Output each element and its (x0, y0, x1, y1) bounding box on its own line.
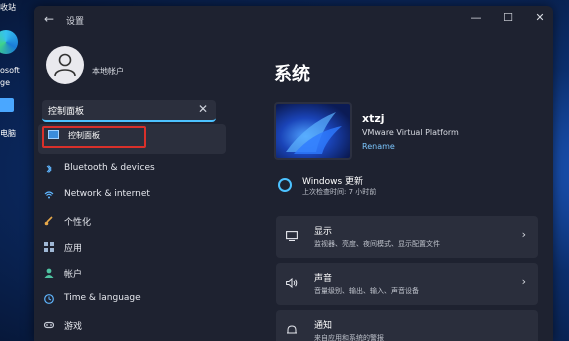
avatar[interactable] (46, 46, 84, 84)
search-suggestions: 控制面板 (38, 124, 226, 154)
monitor-icon (286, 231, 298, 241)
close-button[interactable]: ✕ (533, 10, 547, 26)
settings-card-sound[interactable]: 声音 音量级别、输出、输入、声音设备 › (276, 263, 538, 305)
sidebar-item-time-language[interactable]: Time & language (42, 286, 222, 312)
edge-icon[interactable] (0, 30, 18, 54)
card-subtitle: 音量级别、输出、输入、声音设备 (314, 287, 419, 295)
card-subtitle: 监视器、亮度、夜间模式、显示配置文件 (314, 240, 440, 248)
sidebar-nav: Bluetooth & devices Network & internet 个… (42, 156, 222, 338)
window-title: 设置 (66, 17, 85, 27)
desktop-wallpaper-thumbnail (274, 102, 352, 160)
sidebar-item-accounts[interactable]: 帐户 (42, 260, 222, 286)
sidebar-item-network[interactable]: Network & internet (42, 182, 222, 208)
maximize-button[interactable]: ☐ (501, 10, 515, 26)
this-pc-label[interactable]: 电脑 (0, 128, 16, 139)
card-title: 声音 (314, 274, 333, 284)
person-icon (44, 268, 54, 278)
sidebar-item-gaming[interactable]: 游戏 (42, 312, 222, 338)
sidebar-item-label: 游戏 (64, 322, 83, 332)
globe-clock-icon (44, 294, 54, 304)
apps-icon (44, 242, 54, 252)
sidebar-item-label: Time & language (64, 293, 141, 303)
bell-icon (287, 325, 297, 334)
chevron-right-icon: › (521, 228, 526, 241)
brush-icon (44, 216, 53, 226)
chevron-right-icon: › (521, 275, 526, 288)
sidebar-item-apps[interactable]: 应用 (42, 234, 222, 260)
rename-link[interactable]: Rename (362, 142, 395, 151)
sidebar-item-personalization[interactable]: 个性化 (42, 208, 222, 234)
card-title: 通知 (314, 321, 333, 331)
search-input[interactable]: 控制面板 (48, 104, 84, 117)
settings-window: ← 设置 — ☐ ✕ 本地帐户 控制面板 ✕ 控制面板 Bluetooth & … (34, 6, 553, 341)
wifi-icon (44, 191, 54, 199)
card-title: 显示 (314, 227, 333, 237)
settings-card-display[interactable]: 显示 监视器、亮度、夜间模式、显示配置文件 › (276, 216, 538, 258)
gamepad-icon (44, 321, 54, 329)
device-model: VMware Virtual Platform (362, 128, 459, 137)
suggestion-label[interactable]: 控制面板 (68, 130, 100, 141)
minimize-button[interactable]: — (469, 10, 483, 26)
desktop-icons: 收站 osoft ge 电脑 (0, 0, 30, 341)
sidebar-item-label: 个性化 (64, 218, 92, 228)
person-icon (54, 53, 76, 77)
windows-update-status: 上次检查时间: 7 小时前 (302, 188, 377, 196)
sidebar-item-label: 应用 (64, 244, 83, 254)
windows-update-title[interactable]: Windows 更新 (302, 174, 363, 187)
edge-label-line2[interactable]: ge (0, 78, 10, 87)
speaker-icon (286, 278, 298, 288)
card-subtitle: 来自应用和系统的警报 (314, 334, 384, 341)
windows-bloom-icon (286, 112, 342, 154)
back-arrow-icon[interactable]: ← (44, 12, 54, 26)
sidebar-item-label: 帐户 (64, 270, 83, 280)
search-box[interactable]: 控制面板 ✕ (42, 100, 216, 122)
device-name: xtzj (362, 112, 385, 125)
bluetooth-icon (46, 164, 52, 174)
this-pc-icon[interactable] (0, 98, 14, 112)
sidebar-item-label: Bluetooth & devices (64, 163, 155, 173)
control-panel-icon (48, 130, 59, 139)
edge-label-line1[interactable]: osoft (0, 66, 20, 75)
recycle-bin-label[interactable]: 收站 (0, 2, 16, 13)
windows-update-icon[interactable] (278, 178, 292, 192)
settings-card-notifications[interactable]: 通知 来自应用和系统的警报 (276, 310, 538, 341)
window-controls: — ☐ ✕ (469, 10, 547, 26)
title-bar: ← 设置 — ☐ ✕ (34, 6, 553, 34)
page-title: 系统 (274, 64, 310, 85)
clear-search-icon[interactable]: ✕ (198, 102, 208, 116)
sidebar-item-bluetooth[interactable]: Bluetooth & devices (42, 156, 222, 182)
sidebar-item-label: Network & internet (64, 189, 150, 199)
account-name: 本地帐户 (92, 67, 124, 76)
